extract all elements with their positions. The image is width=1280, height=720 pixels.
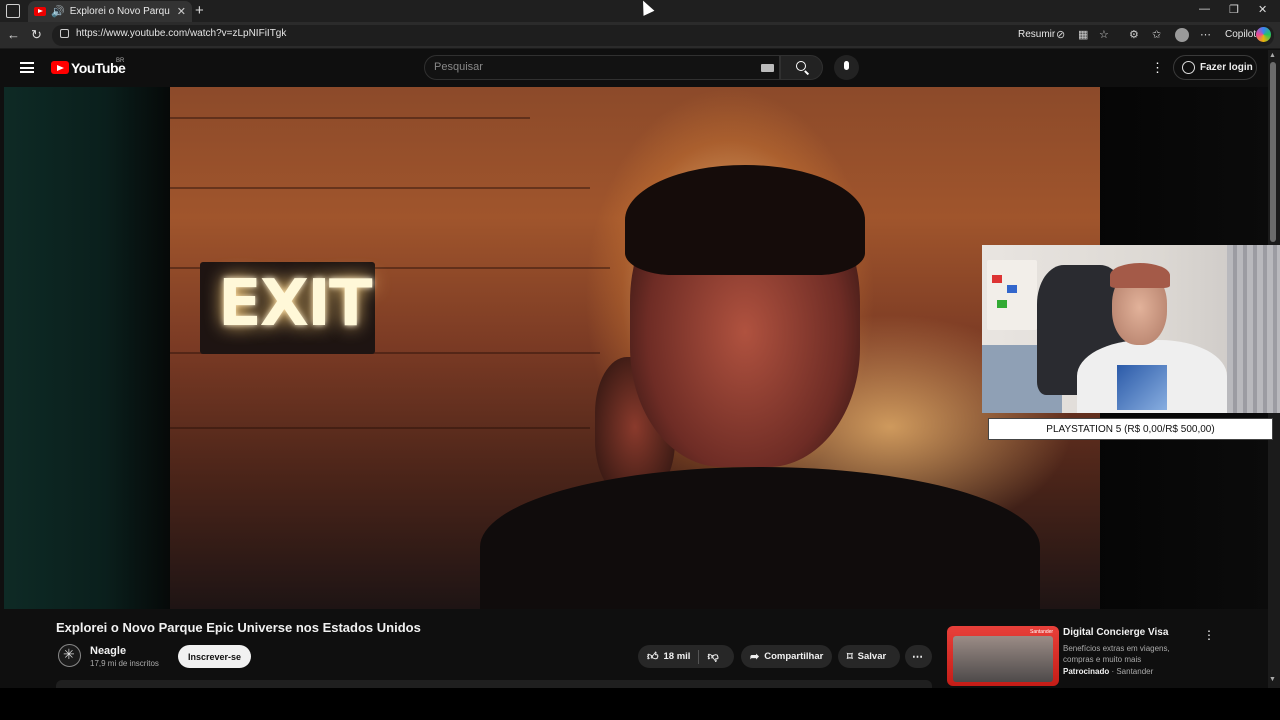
more-actions-button[interactable]: ⋯ — [905, 645, 932, 668]
brick-line — [170, 187, 590, 189]
profile-avatar[interactable] — [1175, 28, 1189, 42]
save-label: Salvar — [857, 651, 887, 662]
keyboard-icon[interactable] — [761, 64, 774, 72]
scrollbar-thumb[interactable] — [1270, 62, 1276, 242]
copilot-button[interactable]: Copilot — [1225, 29, 1256, 40]
subscribe-button[interactable]: Inscrever-se — [178, 645, 251, 668]
video-player[interactable]: EXIT — [170, 87, 1100, 609]
favorite-star-icon[interactable]: ☆ — [1099, 28, 1109, 41]
share-button[interactable]: ➦ Compartilhar — [741, 645, 832, 668]
donation-goal-banner: PLAYSTATION 5 (R$ 0,00/R$ 500,00) — [988, 418, 1273, 440]
speaker-icon[interactable]: 🔊 — [51, 5, 65, 18]
restore-icon[interactable]: ❐ — [1229, 3, 1239, 16]
shirt-print — [1117, 365, 1167, 410]
region-label: BR — [116, 58, 125, 64]
youtube-favicon-icon — [34, 7, 46, 16]
ad-brand-logo: Santander — [1030, 629, 1054, 635]
ad-meta: Patrocinado · Santander — [1063, 667, 1154, 676]
bookmark-icon: ⌑ — [847, 651, 853, 663]
menu-icon[interactable] — [20, 62, 34, 73]
more-menu-icon[interactable]: ⋯ — [1200, 28, 1211, 41]
user-icon — [1182, 61, 1195, 74]
back-icon[interactable]: ← — [7, 27, 20, 42]
login-button[interactable]: Fazer login — [1173, 55, 1257, 80]
extensions-puzzle-icon[interactable]: ⚙ — [1129, 28, 1139, 41]
donation-goal-text: PLAYSTATION 5 (R$ 0,00/R$ 500,00) — [1046, 423, 1215, 435]
ad-description: Benefícios extras em viagens, compras e … — [1063, 644, 1170, 664]
url-text[interactable]: https://www.youtube.com/watch?v=zLpNIFiI… — [76, 28, 286, 39]
person-hair — [625, 165, 865, 275]
advertiser-name: Santander — [1116, 667, 1154, 676]
ad-more-icon[interactable]: ⋮ — [1203, 628, 1215, 642]
bottom-black-bar — [0, 688, 1280, 720]
minimize-icon[interactable]: — — [1199, 3, 1210, 15]
refresh-icon[interactable]: ↻ — [31, 27, 42, 43]
extension-icon[interactable]: ⊘ — [1056, 28, 1065, 41]
description-box-edge — [56, 680, 932, 688]
cam-object — [1007, 285, 1017, 293]
channel-avatar[interactable] — [58, 644, 81, 667]
scroll-up-icon[interactable]: ▲ — [1269, 52, 1276, 59]
split-screen-icon[interactable]: ▦ — [1078, 28, 1088, 41]
webcam-overlay — [982, 245, 1280, 413]
dislike-icon[interactable]: 👎︎ — [707, 650, 718, 663]
copilot-icon[interactable] — [1256, 27, 1271, 42]
person-shirt — [480, 467, 1040, 609]
microphone-icon[interactable] — [844, 61, 849, 70]
channel-name[interactable]: Neagle — [90, 645, 126, 657]
tab-actions-icon[interactable] — [6, 4, 20, 18]
share-label: Compartilhar — [764, 651, 824, 662]
new-tab-icon[interactable]: + — [195, 2, 204, 19]
site-info-icon[interactable] — [60, 29, 69, 38]
like-dislike-group: 👍︎ 18 mil 👎︎ — [638, 645, 734, 668]
like-icon[interactable]: 👍︎ — [647, 650, 659, 663]
more-horizontal-icon: ⋯ — [912, 651, 923, 663]
share-icon: ➦ — [750, 651, 760, 663]
streamer-cap — [1110, 263, 1170, 288]
subscriber-count: 17,9 mi de inscritos — [90, 659, 159, 668]
tab-title: Explorei o Novo Parque Epic — [69, 6, 170, 17]
search-placeholder[interactable]: Pesquisar — [434, 61, 483, 73]
exit-sign-text: EXIT — [218, 267, 373, 341]
like-divider — [698, 649, 700, 664]
browser-window: 🔊 Explorei o Novo Parque Epic ✕ + — ❐ ✕ … — [0, 0, 1280, 688]
scroll-down-icon[interactable]: ▼ — [1269, 676, 1276, 683]
close-window-icon[interactable]: ✕ — [1258, 3, 1267, 16]
ad-title[interactable]: Digital Concierge Visa — [1063, 627, 1168, 638]
save-button[interactable]: ⌑ Salvar — [838, 645, 900, 668]
cam-curtain — [1227, 245, 1280, 413]
brick-line — [170, 117, 530, 119]
cam-object — [997, 300, 1007, 308]
video-title: Explorei o Novo Parque Epic Universe nos… — [56, 620, 421, 635]
youtube-logo-icon[interactable] — [51, 61, 69, 74]
settings-more-icon[interactable]: ⋮ — [1151, 60, 1164, 76]
favorites-icon[interactable]: ✩ — [1152, 28, 1161, 41]
like-count[interactable]: 18 mil — [664, 651, 691, 662]
browser-tab[interactable]: 🔊 Explorei o Novo Parque Epic ✕ — [28, 1, 192, 22]
close-tab-icon[interactable]: ✕ — [177, 5, 186, 18]
ad-thumbnail[interactable]: Santander — [947, 626, 1059, 686]
login-label: Fazer login — [1200, 62, 1253, 73]
subscribe-label: Inscrever-se — [187, 651, 242, 662]
cam-object — [992, 275, 1002, 283]
cam-shelf — [987, 260, 1037, 330]
brick-line — [170, 427, 590, 429]
ad-thumbnail-image — [953, 636, 1053, 682]
search-icon[interactable] — [796, 61, 806, 71]
summarize-button[interactable]: Resumir — [1018, 29, 1055, 40]
sponsored-label: Patrocinado — [1063, 667, 1110, 676]
